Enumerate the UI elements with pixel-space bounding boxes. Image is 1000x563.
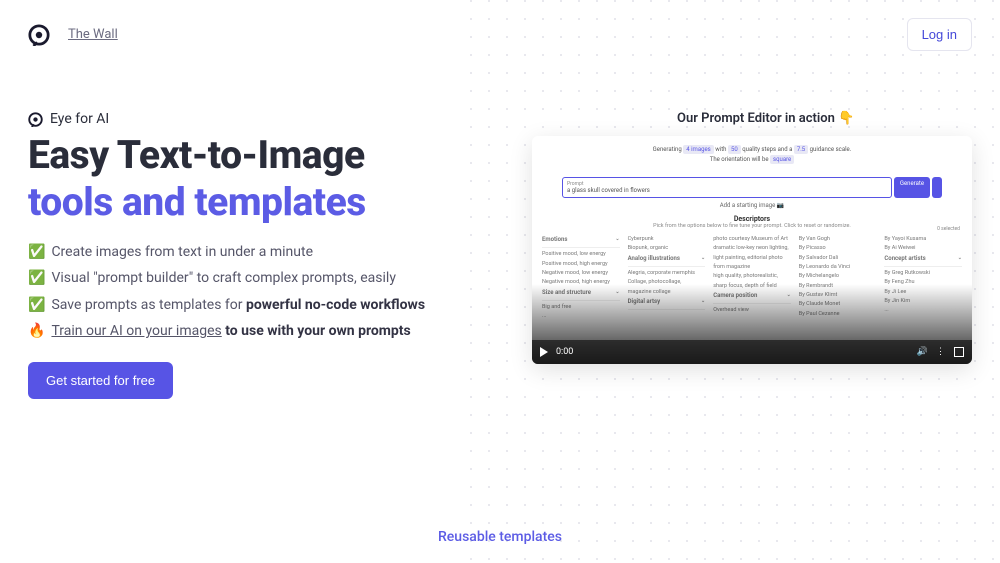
descriptor-columns: Emotions⌄ Positive mood, low energyPositi… bbox=[532, 235, 972, 321]
descriptor-col-heading[interactable]: Digital artsy⌄ bbox=[628, 297, 706, 310]
descriptor-item[interactable]: Overhead view bbox=[713, 306, 791, 315]
feature-item: 🔥 Train our AI on your images to use with… bbox=[28, 322, 492, 342]
feature-text: Train our AI on your images to use with … bbox=[51, 322, 410, 342]
descriptor-item[interactable]: photo courtesy Museum of Art bbox=[713, 235, 791, 244]
descriptors-heading: Descriptors bbox=[532, 215, 972, 223]
feature-list: ✅ Create images from text in under a minu… bbox=[28, 243, 492, 342]
descriptor-column: By Van GoghBy PicassoBy Salvador DaliBy … bbox=[799, 235, 877, 321]
main: Eye for AI Easy Text-to-Image tools and … bbox=[0, 61, 1000, 399]
descriptor-column: CyberpunkBiopunk, organicAnalog illustra… bbox=[628, 235, 706, 321]
feature-item: ✅ Visual "prompt builder" to craft comple… bbox=[28, 269, 492, 289]
descriptor-item[interactable]: By Jin Kim bbox=[884, 297, 962, 306]
feature-icon: ✅ bbox=[28, 269, 45, 289]
get-started-button[interactable]: Get started for free bbox=[28, 362, 173, 399]
descriptor-col-heading[interactable]: Camera position⌄ bbox=[713, 291, 791, 304]
descriptor-item[interactable]: By Michelangelo bbox=[799, 272, 877, 281]
play-icon[interactable] bbox=[540, 347, 548, 357]
prompt-field-value: a glass skull covered in flowers bbox=[567, 187, 650, 194]
eye-logo-icon bbox=[28, 24, 50, 46]
generate-button[interactable]: Generate bbox=[894, 177, 930, 198]
brand-row: Eye for AI bbox=[28, 111, 492, 127]
descriptor-item[interactable]: Negative mood, high energy bbox=[542, 278, 620, 287]
volume-icon[interactable]: 🔊 bbox=[917, 347, 928, 357]
feature-text: Save prompts as templates for powerful n… bbox=[51, 296, 425, 316]
video-preview[interactable]: Generating 4 images with 50 quality step… bbox=[532, 136, 972, 364]
descriptor-col-heading[interactable]: Concept artists⌄ bbox=[884, 254, 962, 267]
video-time: 0:00 bbox=[556, 347, 573, 357]
descriptor-col-heading[interactable]: Size and structure⌄ bbox=[542, 288, 620, 301]
descriptor-item[interactable]: Negative mood, low energy bbox=[542, 269, 620, 278]
header-left: The Wall bbox=[28, 24, 118, 46]
gen-quality-pill: 50 bbox=[728, 145, 741, 154]
feature-text: Visual "prompt builder" to craft complex… bbox=[51, 269, 396, 289]
descriptor-item[interactable]: By Van Gogh bbox=[799, 235, 877, 244]
generate-dropdown-icon[interactable] bbox=[932, 177, 942, 198]
feature-icon: 🔥 bbox=[28, 322, 45, 342]
gen-scale-suffix: guidance scale. bbox=[810, 146, 852, 153]
headline-line2: tools and templates bbox=[28, 180, 492, 225]
descriptor-item[interactable]: By Salvador Dali bbox=[799, 254, 877, 263]
nav-the-wall[interactable]: The Wall bbox=[68, 27, 118, 42]
descriptor-item[interactable]: Cyberpunk bbox=[628, 235, 706, 244]
descriptor-item[interactable]: high quality, photorealistic, sharp focu… bbox=[713, 272, 791, 291]
feature-item: ✅ Create images from text in under a minu… bbox=[28, 243, 492, 263]
brand-name: Eye for AI bbox=[50, 111, 109, 127]
feature-icon: ✅ bbox=[28, 296, 45, 316]
descriptor-item[interactable]: By Ai Weiwei bbox=[884, 244, 962, 253]
descriptor-item[interactable]: Big and free bbox=[542, 303, 620, 312]
descriptor-item[interactable]: Positive mood, low energy bbox=[542, 250, 620, 259]
descriptor-item[interactable]: By Picasso bbox=[799, 244, 877, 253]
descriptor-col-heading[interactable]: Emotions⌄ bbox=[542, 235, 620, 248]
descriptor-item[interactable]: By Paul Cezanne bbox=[799, 310, 877, 319]
descriptor-item[interactable]: By Claude Monet bbox=[799, 300, 877, 309]
gen-quality-suffix: quality steps and a bbox=[742, 146, 792, 153]
descriptor-item[interactable]: Positive mood, high energy bbox=[542, 260, 620, 269]
fullscreen-icon[interactable] bbox=[954, 347, 964, 357]
descriptor-item[interactable]: Alegria, corporate memphis bbox=[628, 269, 706, 278]
footer-reusable-templates: Reusable templates bbox=[0, 529, 1000, 545]
gen-with: with bbox=[715, 146, 726, 153]
descriptor-column: By Yayoi KusamaBy Ai WeiweiConcept artis… bbox=[884, 235, 962, 321]
feature-item: ✅ Save prompts as templates for powerful … bbox=[28, 296, 492, 316]
gen-scale-pill: 7.5 bbox=[794, 145, 808, 154]
descriptor-item[interactable]: Biopunk, organic bbox=[628, 244, 706, 253]
header: The Wall Log in bbox=[0, 0, 1000, 61]
hero-right: Our Prompt Editor in action 👇 Generating… bbox=[492, 111, 972, 399]
add-starting-image[interactable]: Add a starting image 📷 bbox=[532, 202, 972, 209]
descriptor-item[interactable]: By Feng Zhu bbox=[884, 278, 962, 287]
descriptor-item[interactable]: By Leonardo da Vinci bbox=[799, 263, 877, 272]
prompt-row: Prompt a glass skull covered in flowers … bbox=[562, 177, 942, 198]
descriptor-item[interactable]: By Gustav Klimt bbox=[799, 291, 877, 300]
descriptor-item[interactable]: ... bbox=[542, 312, 620, 321]
descriptor-column: photo courtesy Museum of Artdramatic low… bbox=[713, 235, 791, 321]
descriptor-item[interactable]: By Rembrandt bbox=[799, 282, 877, 291]
eye-small-icon bbox=[28, 112, 43, 127]
video-top-settings: Generating 4 images with 50 quality step… bbox=[532, 136, 972, 171]
orientation-prefix: The orientation will be bbox=[710, 156, 769, 163]
feature-text: Create images from text in under a minut… bbox=[51, 243, 313, 263]
descriptor-item[interactable]: By Greg Rutkowski bbox=[884, 269, 962, 278]
headline-line1: Easy Text-to-Image bbox=[28, 133, 492, 178]
descriptors-sub: Pick from the options below to fine tune… bbox=[532, 223, 972, 229]
feature-icon: ✅ bbox=[28, 243, 45, 263]
descriptor-col-heading[interactable]: Analog illustrations⌄ bbox=[628, 254, 706, 267]
login-button[interactable]: Log in bbox=[907, 18, 972, 51]
orientation-pill: square bbox=[770, 155, 794, 164]
descriptor-item[interactable]: Collage, photocollage, magazine collage bbox=[628, 278, 706, 297]
video-controls[interactable]: 0:00 🔊 ⋮ bbox=[532, 340, 972, 364]
hero-left: Eye for AI Easy Text-to-Image tools and … bbox=[28, 111, 492, 399]
menu-icon[interactable]: ⋮ bbox=[936, 347, 946, 357]
descriptor-item[interactable]: By Ji Lee bbox=[884, 288, 962, 297]
gen-prefix: Generating bbox=[653, 146, 682, 153]
descriptor-item[interactable]: By Yayoi Kusama bbox=[884, 235, 962, 244]
descriptor-column: Emotions⌄ Positive mood, low energyPositi… bbox=[542, 235, 620, 321]
descriptor-item[interactable]: ... bbox=[884, 306, 962, 315]
selected-count: 0 selected bbox=[937, 226, 960, 232]
gen-images-pill: 4 images bbox=[683, 145, 714, 154]
preview-caption: Our Prompt Editor in action 👇 bbox=[532, 111, 972, 126]
prompt-input[interactable]: Prompt a glass skull covered in flowers bbox=[562, 177, 892, 198]
descriptor-item[interactable]: dramatic low-key neon lighting, light pa… bbox=[713, 244, 791, 272]
